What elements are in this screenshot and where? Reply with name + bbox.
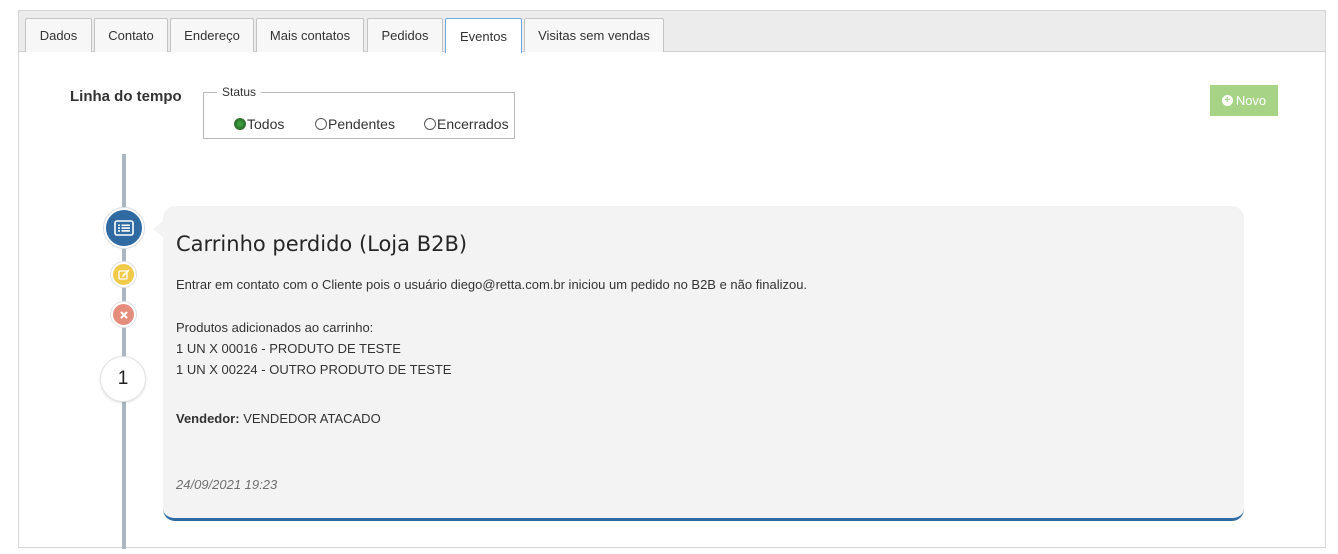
list-icon [104,208,144,248]
radio-todos[interactable] [234,118,246,130]
tab-pedidos[interactable]: Pedidos [367,18,443,52]
tab-mais-contatos[interactable]: Mais contatos [256,18,364,52]
seller-line: Vendedor: VENDEDOR ATACADO [176,411,381,426]
event-card: Carrinho perdido (Loja B2B) Entrar em co… [163,206,1244,521]
seller-label: Vendedor: [176,411,240,426]
new-event-button[interactable]: + Novo [1210,85,1278,116]
filter-pendentes-label: Pendentes [328,116,395,132]
close-icon[interactable] [111,302,136,327]
radio-encerrados[interactable] [424,118,436,130]
seller-value: VENDEDOR ATACADO [243,411,381,426]
tab-contato[interactable]: Contato [94,18,168,52]
tab-visitas-sem-vendas[interactable]: Visitas sem vendas [524,18,664,52]
event-title: Carrinho perdido (Loja B2B) [176,232,468,256]
status-filter: Status Todos Pendentes Encerrados [203,85,515,139]
timeline-title: Linha do tempo [70,88,182,105]
tab-endereco[interactable]: Endereço [170,18,254,52]
customer-panel: Dados Contato Endereço Mais contatos Ped… [18,10,1326,549]
plus-circle-icon: + [1221,95,1233,106]
filter-encerrados-label: Encerrados [437,116,509,132]
products-heading: Produtos adicionados ao carrinho: [176,320,374,335]
tab-bar: Dados Contato Endereço Mais contatos Ped… [19,11,1325,53]
edit-icon[interactable] [111,262,136,287]
status-legend: Status [222,85,257,99]
product-line: 1 UN X 00224 - OUTRO PRODUTO DE TESTE [176,362,452,377]
product-line: 1 UN X 00016 - PRODUTO DE TESTE [176,341,401,356]
tab-eventos[interactable]: Eventos [445,18,522,53]
event-number: 1 [100,356,146,402]
filter-encerrados[interactable]: Encerrados [424,116,509,132]
filter-pendentes[interactable]: Pendentes [315,116,395,132]
radio-pendentes[interactable] [315,118,327,130]
event-datetime: 24/09/2021 19:23 [176,477,278,492]
tab-dados[interactable]: Dados [25,18,92,52]
new-event-label: Novo [1235,93,1267,108]
event-description: Entrar em contato com o Cliente pois o u… [176,277,808,292]
filter-todos[interactable]: Todos [234,116,284,132]
filter-todos-label: Todos [247,116,285,132]
